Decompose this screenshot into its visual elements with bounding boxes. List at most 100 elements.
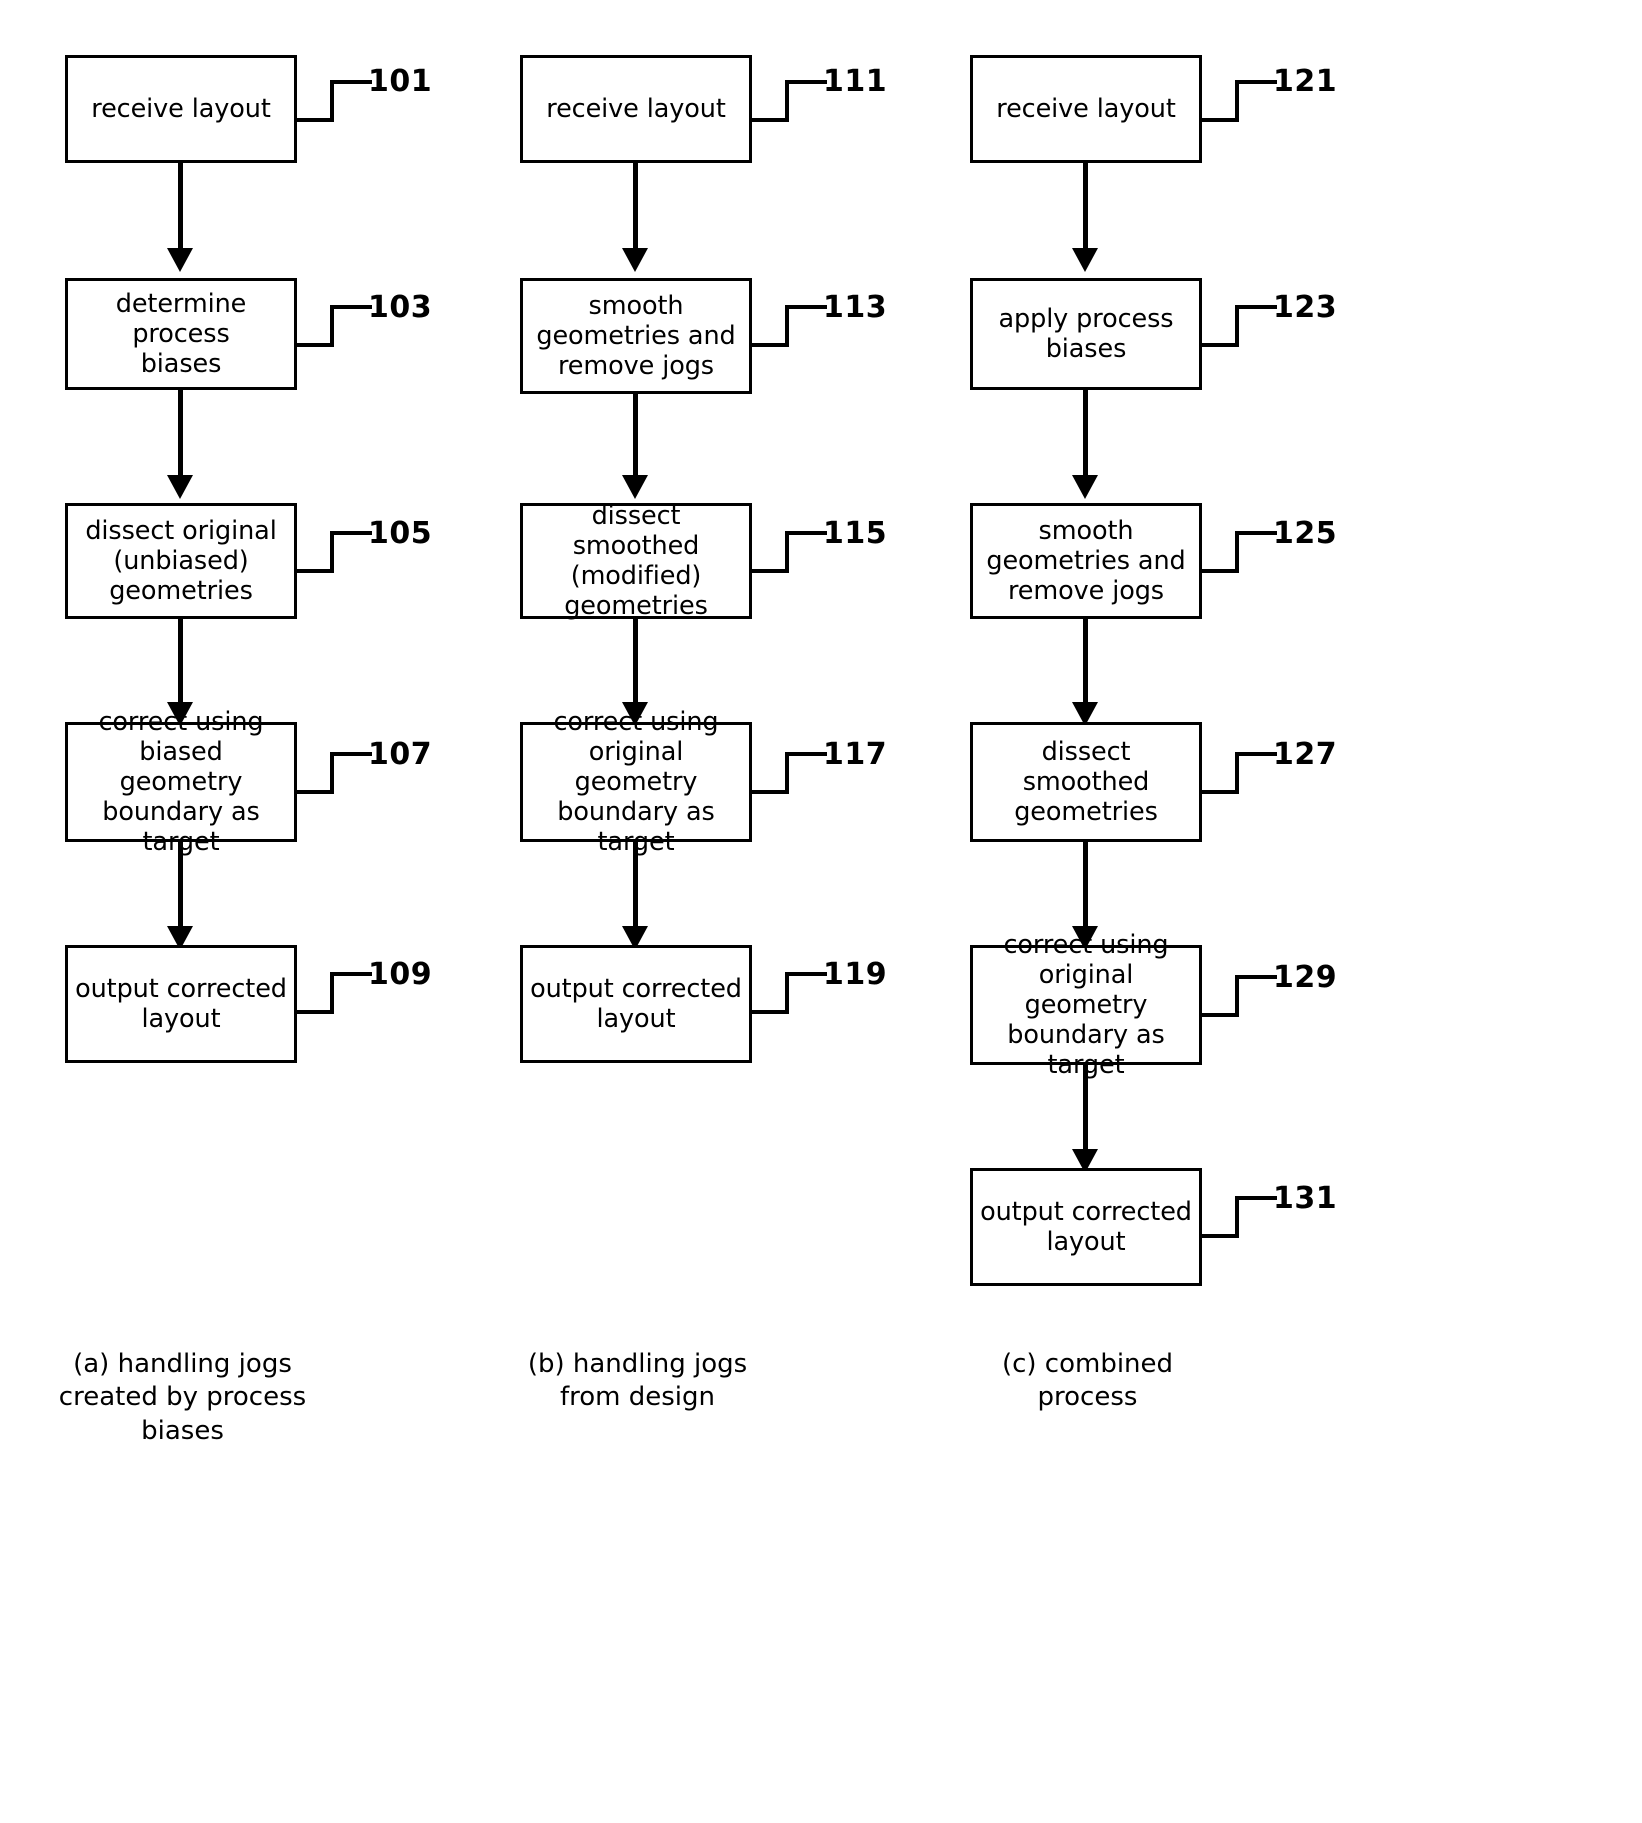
process-node-125: smooth geometries and remove jogs — [970, 503, 1202, 619]
leader-line-123 — [1202, 305, 1277, 347]
node-line: remove jogs — [1007, 576, 1164, 607]
leader-line-115 — [752, 531, 827, 573]
reference-numeral-103: 103 — [368, 290, 433, 325]
node-line: geometries and — [986, 545, 1186, 576]
reference-numeral-123: 123 — [1273, 290, 1338, 325]
node-line: smooth — [1038, 515, 1134, 546]
patent-figure: receive layout 101 determine process bia… — [0, 0, 1642, 1823]
caption-line: (b) handling jogs — [527, 1349, 748, 1379]
node-line: biases — [1045, 334, 1127, 364]
leader-line-105 — [297, 531, 372, 573]
process-node-109: output corrected layout — [65, 945, 297, 1063]
node-line: receive layout — [546, 93, 726, 124]
leader-line-107 — [297, 752, 372, 794]
process-node-101: receive layout — [65, 55, 297, 163]
connector-101-103 — [178, 163, 183, 251]
leader-line-101 — [297, 80, 372, 122]
node-line: biases — [140, 349, 222, 380]
caption-line: (a) handling jogs — [73, 1349, 292, 1379]
leader-line-109 — [297, 972, 372, 1014]
arrowhead-113-115 — [622, 475, 648, 499]
reference-numeral-127: 127 — [1273, 737, 1338, 772]
node-line: receive layout — [996, 93, 1176, 124]
arrowhead-123-125 — [1072, 475, 1098, 499]
process-node-117: correct using original geometry boundary… — [520, 707, 752, 857]
reference-numeral-131: 131 — [1273, 1181, 1338, 1216]
connector-105-107 — [178, 619, 183, 707]
leader-line-103 — [297, 305, 372, 347]
reference-numeral-119: 119 — [823, 957, 888, 992]
node-line: remove jogs — [557, 351, 714, 382]
node-line: correct using — [1003, 929, 1169, 960]
node-line: geometries — [1014, 797, 1158, 828]
connector-115-117 — [633, 619, 638, 707]
leader-line-113 — [752, 305, 827, 347]
reference-numeral-109: 109 — [368, 957, 433, 992]
connector-103-105 — [178, 390, 183, 478]
connector-127-129 — [1083, 842, 1088, 930]
subfigure-caption-b: (b) handling jogs from design — [500, 1348, 775, 1415]
arrowhead-103-105 — [167, 475, 193, 499]
node-line: original geometry — [574, 736, 698, 797]
node-line: correct using — [98, 706, 264, 737]
connector-111-113 — [633, 163, 638, 251]
node-line: determine process — [115, 288, 247, 349]
subfigure-caption-c: (c) combined process — [950, 1348, 1225, 1415]
caption-line: created by — [58, 1382, 198, 1413]
node-line: output corrected — [980, 1196, 1192, 1227]
reference-numeral-117: 117 — [823, 737, 888, 772]
arrowhead-101-103 — [167, 248, 193, 272]
node-line: correct using — [553, 706, 719, 737]
node-line: (unbiased) — [113, 545, 249, 576]
node-line: layout — [141, 1004, 221, 1034]
process-node-131: output corrected layout — [970, 1168, 1202, 1286]
arrowhead-121-123 — [1072, 248, 1098, 272]
flowchart-column-a: receive layout 101 determine process bia… — [0, 0, 520, 1823]
arrowhead-111-113 — [622, 248, 648, 272]
leader-line-129 — [1202, 975, 1277, 1017]
leader-line-121 — [1202, 80, 1277, 122]
reference-numeral-101: 101 — [368, 64, 433, 99]
leader-line-119 — [752, 972, 827, 1014]
leader-line-125 — [1202, 531, 1277, 573]
subfigure-caption-a: (a) handling jogs created by process bia… — [45, 1348, 320, 1448]
process-node-105: dissect original (unbiased) geometries — [65, 503, 297, 619]
connector-117-119 — [633, 842, 638, 930]
reference-numeral-115: 115 — [823, 516, 888, 551]
leader-line-117 — [752, 752, 827, 794]
node-line: biased geometry — [119, 736, 243, 797]
caption-line: process — [1037, 1382, 1138, 1413]
node-line: geometries — [109, 576, 253, 607]
process-node-113: smooth geometries and remove jogs — [520, 278, 752, 394]
caption-line: (c) combined — [1001, 1349, 1174, 1379]
process-node-127: dissect smoothed geometries — [970, 722, 1202, 842]
reference-numeral-113: 113 — [823, 290, 888, 325]
node-line: output corrected — [530, 973, 742, 1004]
node-line: output corrected — [75, 973, 287, 1004]
reference-numeral-111: 111 — [823, 64, 888, 99]
connector-129-131 — [1083, 1065, 1088, 1153]
node-line: apply process — [998, 303, 1174, 334]
node-line: geometries and — [536, 320, 736, 351]
process-node-129: correct using original geometry boundary… — [970, 930, 1202, 1080]
leader-line-131 — [1202, 1196, 1277, 1238]
connector-113-115 — [633, 394, 638, 478]
leader-line-111 — [752, 80, 827, 122]
node-line: dissect smoothed — [1022, 736, 1150, 797]
reference-numeral-129: 129 — [1273, 960, 1338, 995]
reference-numeral-105: 105 — [368, 516, 433, 551]
process-node-115: dissect smoothed (modified) geometries — [520, 501, 752, 622]
process-node-123: apply process biases — [970, 278, 1202, 390]
process-node-111: receive layout — [520, 55, 752, 163]
process-node-119: output corrected layout — [520, 945, 752, 1063]
connector-125-127 — [1083, 619, 1088, 707]
node-line: geometries — [564, 591, 708, 622]
process-node-107: correct using biased geometry boundary a… — [65, 707, 297, 857]
reference-numeral-121: 121 — [1273, 64, 1338, 99]
node-line: (modified) — [570, 561, 702, 591]
reference-numeral-107: 107 — [368, 737, 433, 772]
process-node-121: receive layout — [970, 55, 1202, 163]
node-line: layout — [1046, 1227, 1126, 1257]
reference-numeral-125: 125 — [1273, 516, 1338, 551]
node-line: receive layout — [91, 93, 271, 124]
